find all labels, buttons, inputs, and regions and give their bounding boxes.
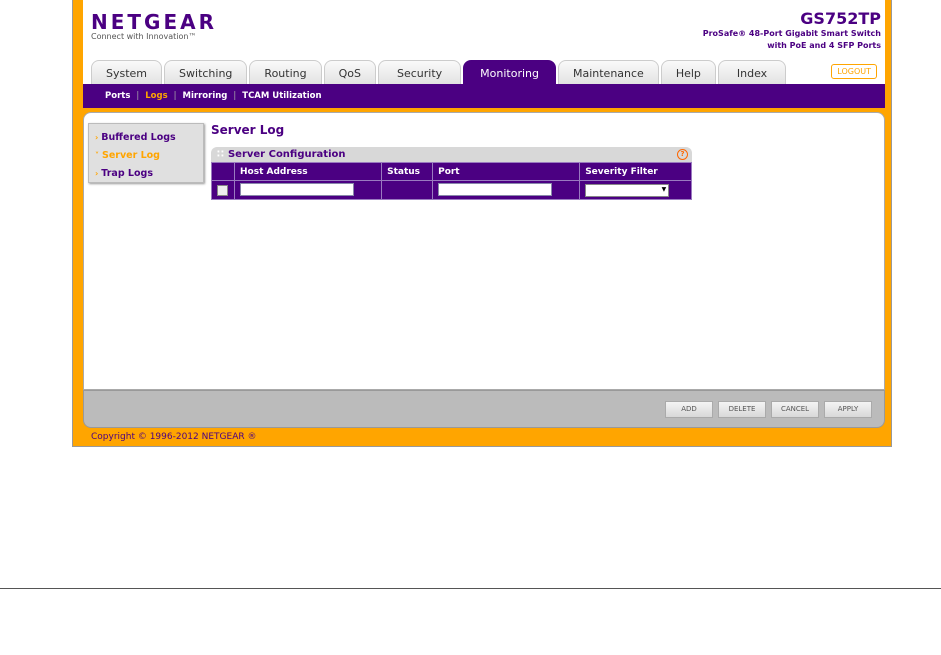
column-severity-filter: Severity Filter: [579, 162, 692, 181]
sidebar-item-trap-logs[interactable]: › Trap Logs: [89, 166, 203, 184]
sub-navigation: Ports | Logs | Mirroring | TCAM Utilization: [83, 84, 885, 108]
separator: |: [173, 91, 177, 101]
status-cell: [381, 180, 434, 200]
cancel-button[interactable]: CANCEL: [771, 401, 819, 418]
tab-monitoring[interactable]: Monitoring: [463, 60, 556, 84]
tab-security[interactable]: Security: [377, 60, 462, 84]
subnav-mirroring[interactable]: Mirroring: [183, 91, 228, 101]
sidebar-label: Trap Logs: [101, 168, 153, 179]
desc-line: with PoE and 4 SFP Ports: [767, 41, 881, 50]
desc-line: ProSafe® 48-Port Gigabit Smart Switch: [702, 29, 881, 38]
table-row: [211, 180, 692, 200]
main-tabs: System Switching Routing QoS Security Mo…: [91, 60, 787, 84]
content-area: › Buffered Logs ˅ Server Log › Trap Logs Se…: [83, 112, 885, 390]
sidebar-label: Server Log: [102, 150, 160, 161]
server-table: Host Address Status Port Severity Filter: [211, 162, 692, 200]
apply-button[interactable]: APPLY: [824, 401, 872, 418]
help-icon[interactable]: ?: [677, 149, 688, 160]
row-checkbox[interactable]: [217, 184, 228, 196]
chevron-down-icon: ˅: [95, 151, 99, 160]
netgear-logo: NETGEAR: [91, 10, 217, 34]
sidebar-item-buffered-logs[interactable]: › Buffered Logs: [89, 130, 203, 148]
page-title: Server Log: [211, 123, 285, 137]
chevron-right-icon: ›: [95, 133, 99, 142]
panel-title: Server Configuration: [227, 149, 346, 160]
tab-maintenance[interactable]: Maintenance: [557, 60, 659, 84]
chevron-right-icon: ›: [95, 169, 99, 178]
select-column: [211, 162, 235, 181]
subnav-tcam-utilization[interactable]: TCAM Utilization: [242, 91, 321, 101]
sidebar-label: Buffered Logs: [101, 132, 176, 143]
cell: [233, 180, 383, 200]
sidebar-item-server-log[interactable]: ˅ Server Log: [89, 148, 203, 166]
panel-header: ∷ Server Configuration?: [211, 147, 692, 162]
column-host-address: Host Address: [233, 162, 383, 181]
cell: [579, 180, 692, 200]
browser-frame: NETGEAR Connect with Innovation™ GS752TP…: [72, 0, 892, 447]
tab-qos[interactable]: QoS: [323, 60, 376, 84]
port-input[interactable]: [438, 183, 553, 196]
add-button[interactable]: ADD: [665, 401, 713, 418]
logout-button[interactable]: LOGOUT: [831, 64, 877, 79]
model-description: ProSafe® 48-Port Gigabit Smart Switch wit…: [703, 28, 881, 52]
subnav-logs[interactable]: Logs: [145, 91, 167, 101]
button-bar: ADD DELETE CANCEL APPLY: [83, 390, 885, 428]
copyright: Copyright © 1996-2012 NETGEAR ®: [91, 432, 257, 442]
column-status: Status: [381, 162, 434, 181]
delete-button[interactable]: DELETE: [718, 401, 766, 418]
tab-routing[interactable]: Routing: [249, 60, 322, 84]
tab-index[interactable]: Index: [717, 60, 787, 84]
grip-icon: ∷: [217, 149, 224, 160]
tab-help[interactable]: Help: [660, 60, 716, 84]
server-configuration-panel: ∷ Server Configuration? Host Address Statu…: [211, 147, 692, 200]
table-header-row: Host Address Status Port Severity Filter: [211, 162, 692, 181]
separator: |: [233, 91, 237, 101]
divider: [0, 588, 941, 589]
tab-system[interactable]: System: [91, 60, 163, 84]
column-port: Port: [432, 162, 581, 181]
header: NETGEAR Connect with Innovation™ GS752TP…: [83, 0, 885, 84]
subnav-ports[interactable]: Ports: [105, 91, 130, 101]
tagline: Connect with Innovation™: [91, 32, 197, 41]
sidebar: › Buffered Logs ˅ Server Log › Trap Logs: [88, 123, 204, 183]
severity-filter-select[interactable]: [585, 183, 670, 197]
cell: [211, 180, 235, 200]
cell: [432, 180, 581, 200]
model-name: GS752TP: [800, 9, 881, 28]
separator: |: [136, 91, 140, 101]
host-address-input[interactable]: [240, 183, 354, 196]
tab-switching[interactable]: Switching: [164, 60, 248, 84]
